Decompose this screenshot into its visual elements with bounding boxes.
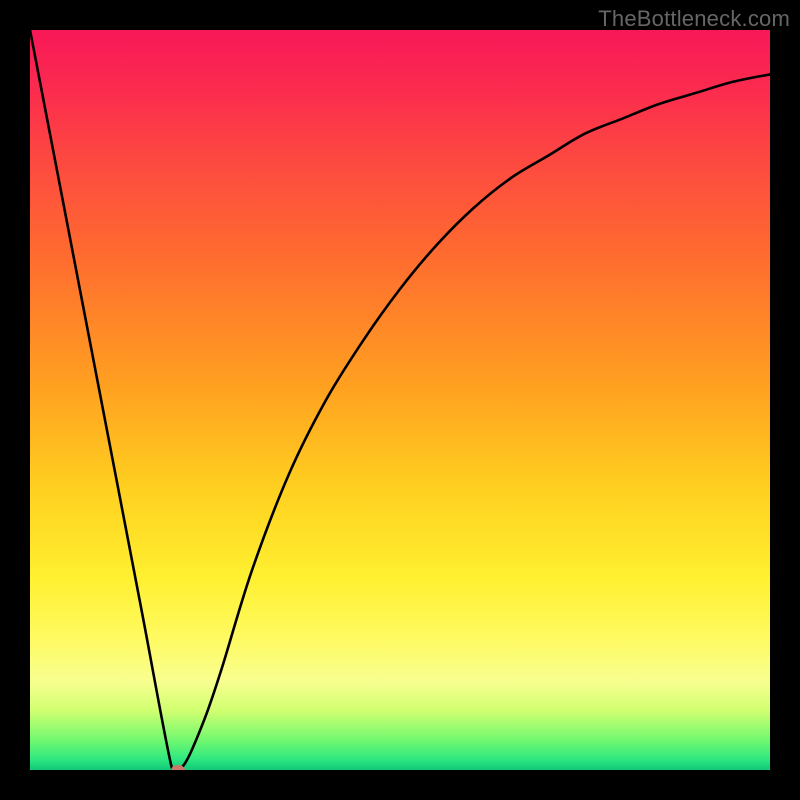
plot-area (30, 30, 770, 770)
bottleneck-curve-path (30, 30, 770, 770)
bottleneck-curve-svg (30, 30, 770, 770)
chart-frame: TheBottleneck.com (0, 0, 800, 800)
watermark-text: TheBottleneck.com (598, 6, 790, 32)
